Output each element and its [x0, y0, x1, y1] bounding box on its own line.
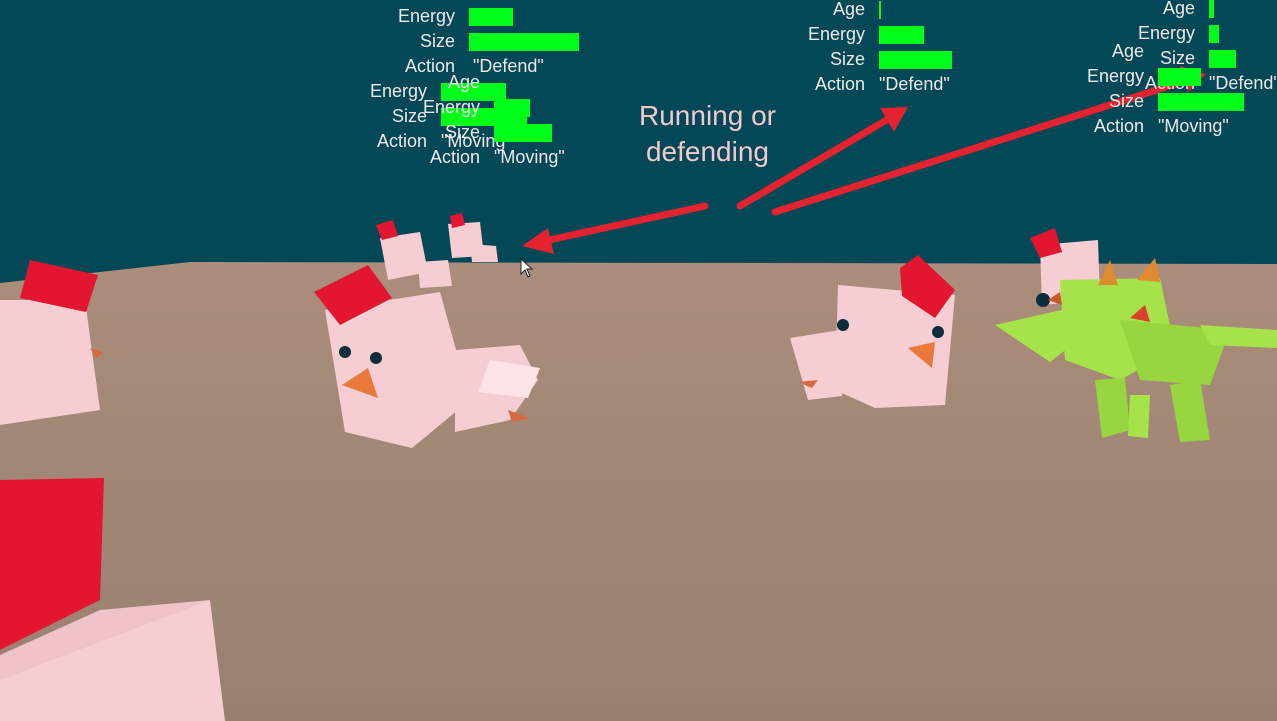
chicken-center[interactable]	[314, 265, 540, 448]
energy-label: Energy	[1086, 66, 1144, 86]
age-label: Age	[832, 0, 865, 19]
energy-bar	[469, 8, 513, 26]
dragon-creature[interactable]	[995, 258, 1277, 442]
action-value: "Moving"	[494, 147, 565, 167]
chicken-left-edge[interactable]	[0, 260, 104, 425]
age-label: Age	[1162, 0, 1195, 18]
energy-label: Energy	[422, 97, 480, 117]
action-value: "Moving"	[1158, 116, 1229, 136]
size-label: Size	[829, 49, 865, 69]
energy-bar	[879, 26, 924, 44]
energy-bar	[494, 99, 530, 117]
action-label: Action	[429, 147, 480, 167]
size-bar	[879, 51, 952, 69]
age-label: Age	[1111, 41, 1144, 61]
size-bar	[1209, 50, 1236, 68]
age-bar	[879, 1, 881, 19]
chicken-distant-2[interactable]	[448, 213, 498, 262]
energy-label: Energy	[807, 24, 865, 44]
chicken-distant-1[interactable]	[376, 220, 452, 288]
action-label: Action	[1093, 116, 1144, 136]
age-label: Age	[447, 72, 480, 92]
action-value: "Defend"	[879, 74, 950, 94]
caption-line-1: Running or	[639, 100, 776, 131]
mouse-cursor-icon	[520, 258, 534, 278]
caption-line-2: defending	[645, 136, 769, 167]
energy-bar	[1209, 25, 1219, 43]
size-label: Size	[419, 31, 455, 51]
action-value: "Defend"	[473, 56, 544, 76]
size-label: Size	[1108, 91, 1144, 111]
chicken-foreground[interactable]	[0, 478, 225, 721]
action-label: Action	[814, 74, 865, 94]
age-bar	[1209, 0, 1214, 18]
size-bar	[469, 33, 579, 51]
energy-bar	[1158, 68, 1201, 86]
annotation-caption: Running or defending	[600, 98, 815, 170]
size-label: Size	[444, 122, 480, 142]
energy-label: Energy	[397, 6, 455, 26]
size-bar	[1158, 93, 1244, 111]
size-bar	[494, 124, 552, 142]
chicken-right[interactable]	[790, 255, 955, 408]
